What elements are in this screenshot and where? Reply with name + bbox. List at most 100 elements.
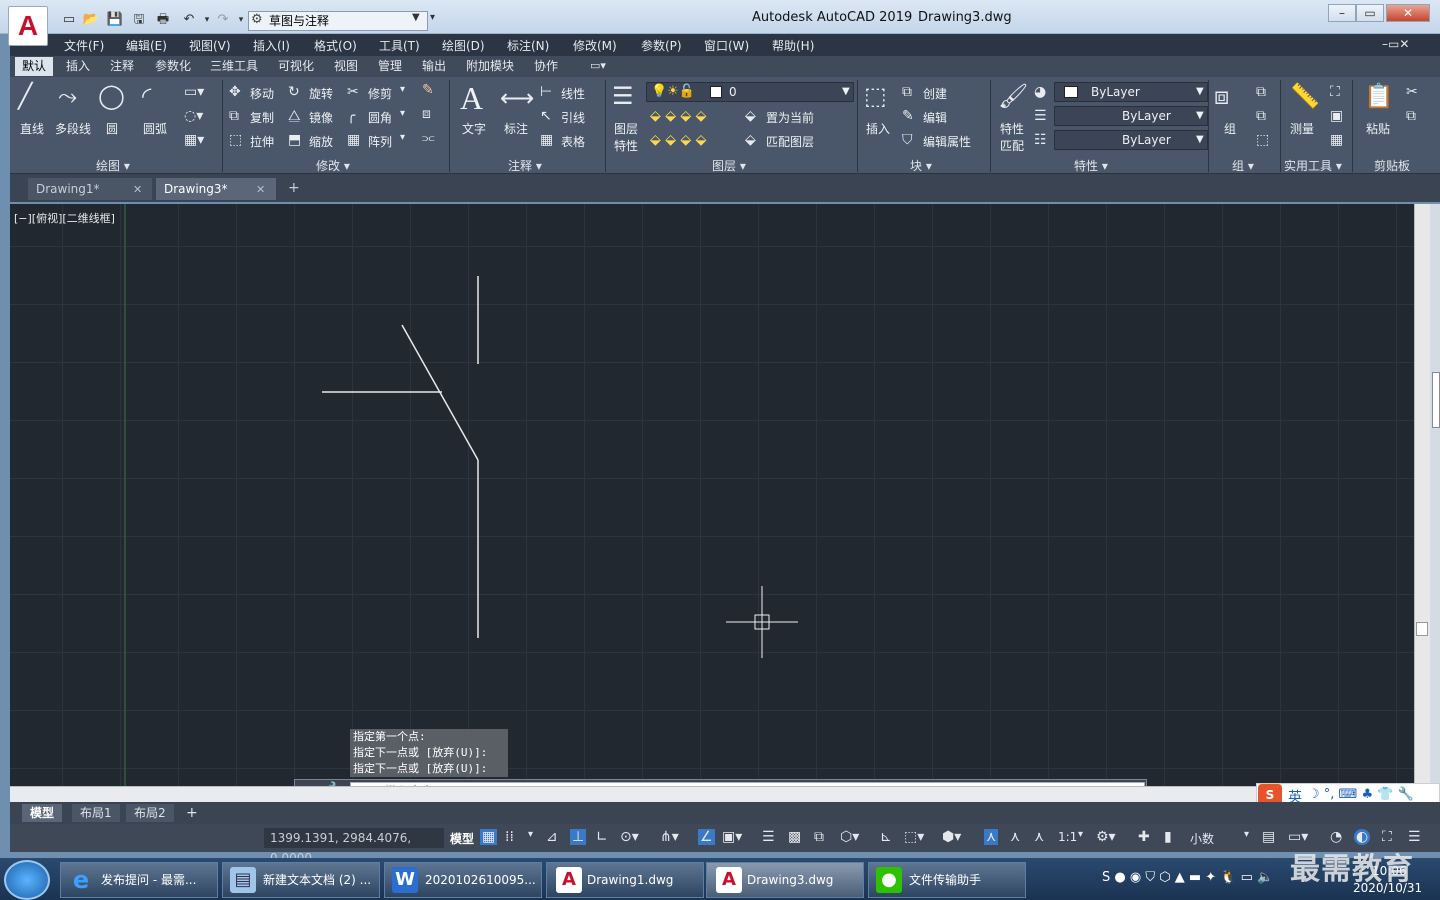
print-icon[interactable]: 🖶 <box>154 11 172 29</box>
region-icon[interactable]: ▦▾ <box>184 132 204 148</box>
hardware-acceleration-icon[interactable]: ◐ <box>1354 829 1371 845</box>
line-icon[interactable]: ╱ <box>18 82 32 110</box>
selection-cycling-icon[interactable]: ⧉ <box>814 829 824 845</box>
system-tray-icons[interactable]: S ● ◉ ⛉ ⬡ ▲ ▬ ✦ 🐧 ▭ 🔈 <box>1102 870 1273 885</box>
app-menu-button[interactable]: A <box>8 6 48 46</box>
object-snap-tracking-icon[interactable]: ∠ <box>698 829 715 845</box>
mirror-button[interactable]: 镜像 <box>309 109 333 126</box>
close-button[interactable]: ✕ <box>1386 4 1430 22</box>
annotation-visibility-icon[interactable]: ⋏ <box>984 829 999 845</box>
measure-button-label[interactable]: 测量 <box>1290 120 1314 137</box>
match-properties-icon[interactable]: 🖌 <box>998 82 1028 110</box>
erase-icon[interactable]: ✎ <box>422 82 434 98</box>
leader-button[interactable]: 引线 <box>561 109 585 126</box>
set-current-button[interactable]: 置为当前 <box>766 109 814 126</box>
grid-icon[interactable]: ▦ <box>480 829 498 845</box>
gear-icon[interactable]: ⚙▾ <box>1096 829 1116 845</box>
clean-screen-icon[interactable]: ⛶ <box>1382 829 1392 845</box>
new-file-icon[interactable]: ▭ <box>60 11 78 29</box>
panel-label-annotation[interactable]: 注释 ▾ <box>508 157 542 174</box>
measure-icon[interactable]: 📏 <box>1290 82 1320 110</box>
panel-label-clipboard[interactable]: 剪贴板 <box>1374 157 1410 174</box>
units-value[interactable]: 小数 <box>1190 830 1214 847</box>
redo-icon[interactable]: ↷ <box>214 11 232 29</box>
copy-button[interactable]: 复制 <box>250 109 274 126</box>
annotation-scale-value[interactable]: 1:1 <box>1058 830 1077 844</box>
chevron-down-icon[interactable]: ▾ <box>528 829 533 840</box>
menu-view[interactable]: 视图(V) <box>189 37 231 54</box>
scroll-thumb[interactable] <box>1416 622 1428 636</box>
tab-manage[interactable]: 管理 <box>371 57 409 76</box>
circle-button-label[interactable]: 圆 <box>106 120 118 137</box>
group-edit-icon[interactable]: ⧉ <box>1256 108 1266 124</box>
array-button[interactable]: 阵列 <box>368 133 392 150</box>
tab-visualize[interactable]: 可视化 <box>271 57 321 76</box>
infer-constraints-icon[interactable]: ⊿ <box>546 829 558 845</box>
lineweight-dropdown[interactable]: ByLayer <box>1054 130 1208 150</box>
move-button[interactable]: 移动 <box>250 85 274 102</box>
match-properties-label[interactable]: 特性 <box>1000 120 1024 137</box>
menu-parametric[interactable]: 参数(P) <box>641 37 682 54</box>
customization-menu-icon[interactable]: ☰ <box>1408 829 1421 845</box>
match-properties-label-2[interactable]: 匹配 <box>1000 137 1024 154</box>
group-select-icon[interactable]: ⬚ <box>1256 132 1269 148</box>
menu-dimension[interactable]: 标注(N) <box>507 37 549 54</box>
rectangle-icon[interactable]: ▭▾ <box>184 84 204 100</box>
workspace-selector[interactable]: 草图与注释 <box>248 11 428 31</box>
edit-block-button[interactable]: 编辑 <box>923 109 947 126</box>
chevron-down-icon[interactable]: ▾ <box>400 132 405 143</box>
minimize-button[interactable]: – <box>1328 4 1356 22</box>
lock-ui-icon[interactable]: ▭▾ <box>1288 829 1308 845</box>
panel-label-layers[interactable]: 图层 ▾ <box>712 157 746 174</box>
dimension-icon[interactable]: ⟷ <box>500 84 534 112</box>
table-button[interactable]: 表格 <box>561 133 585 150</box>
scale-button[interactable]: 缩放 <box>309 133 333 150</box>
ungroup-icon[interactable]: ⧉ <box>1256 84 1266 100</box>
paste-button-label[interactable]: 粘贴 <box>1366 120 1390 137</box>
model-space-button[interactable]: 模型 <box>450 830 474 847</box>
tab-annotate[interactable]: 注释 <box>103 57 141 76</box>
panel-label-draw[interactable]: 绘图 ▾ <box>96 157 130 174</box>
line-button-label[interactable]: 直线 <box>20 120 44 137</box>
ortho-icon[interactable]: ∟ <box>596 829 608 845</box>
transparency-icon[interactable]: ▩ <box>788 829 801 845</box>
layout-tab-model[interactable]: 模型 <box>22 804 63 822</box>
undo-icon[interactable]: ↶ <box>180 11 198 29</box>
trim-button[interactable]: 修剪 <box>368 85 392 102</box>
panel-label-utilities[interactable]: 实用工具 ▾ <box>1284 157 1342 174</box>
layout-tab-2[interactable]: 布局2 <box>126 804 174 822</box>
chevron-down-icon[interactable]: ▾ <box>1078 829 1083 840</box>
polar-tracking-icon[interactable]: ⊙▾ <box>620 829 639 845</box>
arc-icon[interactable]: ◜ <box>142 82 151 110</box>
explode-icon[interactable]: ⧈ <box>422 106 431 122</box>
plus-icon[interactable]: ✚ <box>1138 829 1150 845</box>
menu-help[interactable]: 帮助(H) <box>772 37 814 54</box>
tab-insert[interactable]: 插入 <box>59 57 97 76</box>
panel-label-group[interactable]: 组 ▾ <box>1232 157 1254 174</box>
isolate-objects-icon[interactable]: ◔ <box>1330 829 1342 845</box>
tab-collaborate[interactable]: 协作 <box>527 57 565 76</box>
polyline-icon[interactable]: ⤳ <box>58 82 77 110</box>
text-button-label[interactable]: 文字 <box>462 120 486 137</box>
chevron-down-icon[interactable]: ▼ <box>1196 86 1204 97</box>
menu-draw[interactable]: 绘图(D) <box>442 37 485 54</box>
annotation-scale-icon[interactable]: ⋏ <box>1034 829 1044 845</box>
menu-modify[interactable]: 修改(M) <box>573 37 617 54</box>
snap-icon[interactable]: ⁞⁞ <box>505 829 514 845</box>
horizontal-scrollbar[interactable] <box>10 786 1414 802</box>
chevron-down-icon[interactable]: ▼ <box>1196 110 1204 121</box>
save-icon[interactable]: 💾 <box>106 11 124 29</box>
tab-addins[interactable]: 附加模块 <box>459 57 521 76</box>
tab-3d-tools[interactable]: 三维工具 <box>203 57 265 76</box>
isometric-icon[interactable]: ⋔▾ <box>660 829 679 845</box>
maximize-button[interactable]: ▭ <box>1356 4 1384 22</box>
chevron-down-icon[interactable]: ▾ <box>400 84 405 95</box>
tab-output[interactable]: 输出 <box>415 57 453 76</box>
arc-button-label[interactable]: 圆弧 <box>143 120 167 137</box>
menu-edit[interactable]: 编辑(E) <box>126 37 167 54</box>
circle-icon[interactable]: ◯ <box>98 82 125 110</box>
close-icon[interactable]: ✕ <box>133 183 142 196</box>
ime-tool-icons[interactable]: ☽ °, ⌨ ♣ 👕 🔧 <box>1308 787 1414 802</box>
menu-tools[interactable]: 工具(T) <box>379 37 420 54</box>
paste-icon[interactable]: 📋 <box>1364 82 1394 110</box>
